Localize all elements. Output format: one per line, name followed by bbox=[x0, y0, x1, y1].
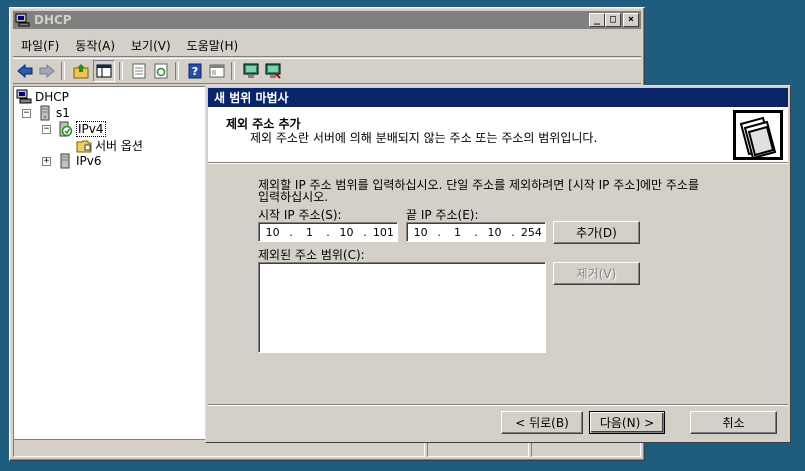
restore-button[interactable]: □ bbox=[605, 13, 621, 27]
minimize-button[interactable]: _ bbox=[589, 13, 605, 27]
wizard-header: 제외 주소 추가 제외 주소란 서버에 의해 분배되지 않는 주소 또는 주소의… bbox=[208, 107, 788, 163]
end-ip-octet-4[interactable]: 254 bbox=[518, 226, 545, 239]
start-ip-octet-4[interactable]: 101 bbox=[370, 226, 397, 239]
ip-dot: . bbox=[437, 225, 441, 239]
excluded-ranges-list[interactable] bbox=[258, 262, 546, 353]
tree-node-server-options[interactable]: 서버 옵션 bbox=[76, 137, 143, 154]
menu-action[interactable]: 동작(A) bbox=[67, 37, 123, 54]
end-ip-octet-1[interactable]: 10 bbox=[407, 226, 434, 239]
ip-dot: . bbox=[289, 225, 293, 239]
end-ip-octet-3[interactable]: 10 bbox=[481, 226, 508, 239]
tree-node-dhcp[interactable]: DHCP bbox=[16, 89, 69, 105]
start-ip-field[interactable]: 10 . 1 . 10 . 101 bbox=[258, 222, 398, 242]
toolbar-separator bbox=[119, 62, 123, 80]
header-divider bbox=[208, 163, 788, 164]
toolbar-separator bbox=[61, 62, 65, 80]
forward-icon[interactable] bbox=[37, 61, 57, 81]
wizard-titlebar[interactable]: 새 범위 마법사 bbox=[208, 88, 788, 107]
window-title: DHCP bbox=[34, 13, 72, 27]
back-button[interactable]: < 뒤로(B) bbox=[501, 411, 583, 434]
ip-dot: . bbox=[511, 225, 515, 239]
help-icon[interactable]: ? bbox=[185, 61, 205, 81]
svg-text:?: ? bbox=[192, 65, 198, 78]
server-add-icon[interactable] bbox=[263, 61, 283, 81]
new-scope-wizard: 새 범위 마법사 제외 주소 추가 제외 주소란 서버에 의해 분배되지 않는 … bbox=[205, 85, 791, 443]
footer-divider bbox=[208, 404, 788, 406]
next-button[interactable]: 다음(N) > bbox=[589, 411, 665, 434]
server-icon[interactable] bbox=[241, 61, 261, 81]
menu-view[interactable]: 보기(V) bbox=[123, 37, 179, 54]
ip-dot: . bbox=[326, 225, 330, 239]
back-icon[interactable] bbox=[15, 61, 35, 81]
tree-label-dhcp: DHCP bbox=[35, 90, 69, 104]
end-ip-field[interactable]: 10 . 1 . 10 . 254 bbox=[406, 222, 546, 242]
up-icon[interactable] bbox=[71, 61, 91, 81]
tree-label-ipv4: IPv4 bbox=[76, 121, 106, 137]
wizard-title: 새 범위 마법사 bbox=[214, 91, 289, 105]
end-ip-octet-2[interactable]: 1 bbox=[444, 226, 471, 239]
toolbar-separator bbox=[231, 62, 235, 80]
refresh-icon[interactable] bbox=[151, 61, 171, 81]
ip-dot: . bbox=[474, 225, 478, 239]
menu-file[interactable]: 파일(F) bbox=[13, 37, 67, 54]
dhcp-app-icon bbox=[15, 13, 30, 27]
tree-node-server[interactable]: − s1 bbox=[22, 105, 70, 121]
end-ip-label: 끝 IP 주소(E): bbox=[406, 208, 479, 222]
ipv6-icon bbox=[60, 153, 70, 169]
menu-help[interactable]: 도움말(H) bbox=[179, 37, 247, 54]
excluded-ranges-label: 제외된 주소 범위(C): bbox=[258, 248, 365, 262]
toolbar: ? bbox=[13, 58, 641, 84]
start-ip-octet-3[interactable]: 10 bbox=[333, 226, 360, 239]
start-ip-octet-1[interactable]: 10 bbox=[259, 226, 286, 239]
expand-icon[interactable]: + bbox=[42, 156, 51, 166]
tree-label-server: s1 bbox=[56, 106, 70, 120]
cancel-button[interactable]: 취소 bbox=[690, 411, 777, 434]
export-icon[interactable] bbox=[129, 61, 149, 81]
folder-icon bbox=[76, 140, 92, 152]
wizard-folders-icon bbox=[733, 110, 783, 160]
dhcp-icon bbox=[16, 89, 32, 104]
tree-label-server-options: 서버 옵션 bbox=[95, 139, 143, 153]
add-button[interactable]: 추가(D) bbox=[553, 221, 640, 244]
tree-node-ipv4[interactable]: − IPv4 bbox=[42, 121, 106, 137]
ip-dot: . bbox=[363, 225, 367, 239]
start-ip-label: 시작 IP 주소(S): bbox=[258, 208, 342, 222]
tree-label-ipv6: IPv6 bbox=[76, 154, 102, 168]
window-titlebar[interactable]: DHCP _ □ × bbox=[13, 11, 641, 29]
collapse-icon[interactable]: − bbox=[22, 108, 31, 118]
console-tree[interactable]: DHCP − s1 − IPv4 서버 옵션 + IPv6 bbox=[13, 86, 212, 440]
menu-bar: 파일(F) 동작(A) 보기(V) 도움말(H) bbox=[13, 34, 641, 57]
toolbar-separator bbox=[175, 62, 179, 80]
close-button[interactable]: × bbox=[623, 13, 639, 27]
instructions-line-2: 입력하십시오. bbox=[258, 190, 329, 204]
properties-icon[interactable] bbox=[207, 61, 227, 81]
wizard-page-subtitle: 제외 주소란 서버에 의해 분배되지 않는 주소 또는 주소의 범위입니다. bbox=[250, 131, 598, 145]
ipv4-scope-icon bbox=[59, 121, 73, 137]
server-icon bbox=[40, 105, 50, 121]
remove-button[interactable]: 제거(V) bbox=[553, 262, 640, 285]
start-ip-octet-2[interactable]: 1 bbox=[296, 226, 323, 239]
show-tree-icon[interactable] bbox=[93, 60, 115, 82]
collapse-icon[interactable]: − bbox=[42, 124, 51, 134]
tree-node-ipv6[interactable]: + IPv6 bbox=[42, 153, 102, 169]
